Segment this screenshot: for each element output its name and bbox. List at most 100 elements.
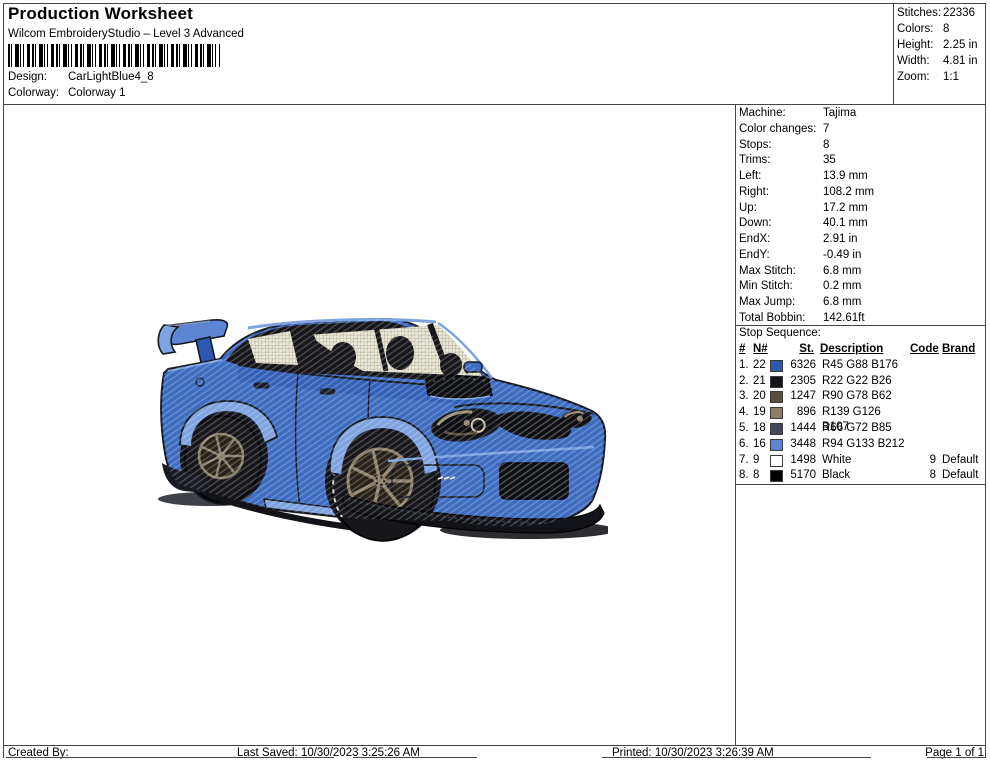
stop-table-rows: 1. 22 6326 R45 G88 B176 2. 21 2305 R22 G22 B26 3… <box>739 358 986 484</box>
stop-stitch-count: 1444 <box>790 421 816 434</box>
stop-table-row: 4. 19 896 R139 G126 B107 <box>739 405 986 433</box>
param-row-label: EndY: <box>739 248 770 261</box>
page-border-left <box>3 3 4 758</box>
param-row-value: 7 <box>823 122 830 135</box>
param-row-value: 13.9 mm <box>823 170 868 182</box>
page-title: Production Worksheet <box>8 4 194 23</box>
stop-code: 8 <box>929 469 936 482</box>
param-row: EndX: 2.91 in <box>739 232 985 248</box>
param-row-label: Min Stitch: <box>739 280 793 293</box>
summary-box-divider <box>893 3 894 104</box>
stop-table-row: 3. 20 1247 R90 G78 B62 <box>739 389 986 405</box>
summary-row-value: 8 <box>943 23 950 35</box>
param-row-value: 6.8 mm <box>823 296 862 308</box>
stop-seq: 7. <box>739 453 749 466</box>
summary-row-value: 4.81 in <box>943 55 978 67</box>
summary-row-label: Stitches: <box>897 7 942 19</box>
panel-divider <box>735 104 736 745</box>
param-row: Color changes: 7 <box>739 122 985 138</box>
footer-underline <box>6 757 334 758</box>
stop-code: 9 <box>929 453 936 466</box>
summary-row-value: 2.25 in <box>943 39 978 51</box>
param-row-label: Trims: <box>739 154 771 167</box>
param-row-label: Right: <box>739 185 770 198</box>
col-header-seq: # <box>739 343 746 355</box>
param-row: Trims: 35 <box>739 153 985 169</box>
stop-seq: 1. <box>739 358 749 371</box>
summary-row: Width: 4.81 in <box>897 54 978 70</box>
stop-description: R90 G78 B62 <box>822 390 892 403</box>
summary-row-value: 22336 <box>943 7 975 19</box>
param-row-label: EndX: <box>739 233 771 245</box>
param-row-value: Tajima <box>823 107 857 119</box>
summary-row-label: Height: <box>897 39 934 51</box>
param-row-value: 35 <box>823 154 836 167</box>
stop-needle: 9 <box>753 453 760 466</box>
stop-stitch-count: 3448 <box>790 437 816 450</box>
param-row: Max Jump: 6.8 mm <box>739 295 985 311</box>
stop-stitch-count: 2305 <box>790 374 816 387</box>
col-header-swatch-spacer <box>770 344 781 354</box>
param-row-value: 8 <box>823 138 830 151</box>
stop-table-row: 5. 18 1444 R66 G72 B85 <box>739 421 986 437</box>
stop-description: R22 G22 B26 <box>822 374 892 387</box>
stop-needle: 8 <box>753 469 760 482</box>
summary-row: Stitches: 22336 <box>897 6 978 22</box>
param-row: Min Stitch: 0.2 mm <box>739 279 985 295</box>
stop-stitch-count: 1247 <box>790 390 816 403</box>
stop-needle: 22 <box>753 358 766 371</box>
stop-table-row: 1. 22 6326 R45 G88 B176 <box>739 358 986 374</box>
param-row-value: 0.2 mm <box>823 280 862 293</box>
production-worksheet-page: Production Worksheet Wilcom EmbroiderySt… <box>0 0 990 762</box>
thread-color-swatch <box>770 375 783 388</box>
col-header-stitches: St. <box>799 343 814 355</box>
stop-table-row: 8. 8 5170 Black 8 Default <box>739 468 986 484</box>
param-row-label: Machine: <box>739 107 786 119</box>
design-barcode <box>8 44 220 67</box>
stop-stitch-count: 5170 <box>790 469 816 482</box>
stop-needle: 21 <box>753 374 766 387</box>
stop-description: R94 G133 B212 <box>822 437 905 450</box>
col-header-brand: Brand <box>942 343 976 355</box>
design-label: Design: <box>8 71 47 83</box>
stop-seq: 6. <box>739 437 749 450</box>
param-row: Max Stitch: 6.8 mm <box>739 264 985 280</box>
summary-row: Colors: 8 <box>897 22 978 38</box>
summary-row-label: Colors: <box>897 23 934 35</box>
stop-seq: 2. <box>739 374 749 387</box>
param-row-value: 108.2 mm <box>823 185 875 198</box>
param-row: Up: 17.2 mm <box>739 201 985 217</box>
thread-color-swatch <box>770 359 783 372</box>
param-row: EndY: -0.49 in <box>739 248 985 264</box>
stop-needle: 19 <box>753 406 766 419</box>
stop-brand: Default <box>942 469 979 482</box>
param-row: Machine: Tajima <box>739 106 985 122</box>
footer-underline <box>602 757 871 758</box>
param-row-value: 2.91 in <box>823 233 858 245</box>
header-divider <box>3 104 986 105</box>
param-row-value: -0.49 in <box>823 248 862 261</box>
stop-description: R66 G72 B85 <box>822 421 892 434</box>
param-row-label: Left: <box>739 170 762 182</box>
colorway-label: Colorway: <box>8 87 60 99</box>
stop-seq: 3. <box>739 390 749 403</box>
stop-table-header: # N# St. Description Code Brand <box>739 342 986 358</box>
param-row-label: Total Bobbin: <box>739 311 806 324</box>
stop-seq: 4. <box>739 406 749 419</box>
colorway-value: Colorway 1 <box>68 87 126 99</box>
summary-row: Zoom: 1:1 <box>897 70 978 86</box>
stop-stitch-count: 896 <box>796 406 816 419</box>
param-row-label: Stops: <box>739 138 772 151</box>
param-row-label: Max Jump: <box>739 296 796 308</box>
stop-needle: 20 <box>753 390 766 403</box>
stop-stitch-count: 1498 <box>790 453 816 466</box>
stop-brand: Default <box>942 453 979 466</box>
design-name-row: Design: CarLightBlue4_8 <box>8 71 154 83</box>
col-header-code: Code <box>910 343 939 355</box>
footer-underline <box>927 757 986 758</box>
param-row-label: Max Stitch: <box>739 264 796 277</box>
thread-color-swatch <box>770 407 783 420</box>
stop-stitch-count: 6326 <box>790 358 816 371</box>
stop-table-row: 6. 16 3448 R94 G133 B212 <box>739 437 986 453</box>
stop-needle: 18 <box>753 421 766 434</box>
